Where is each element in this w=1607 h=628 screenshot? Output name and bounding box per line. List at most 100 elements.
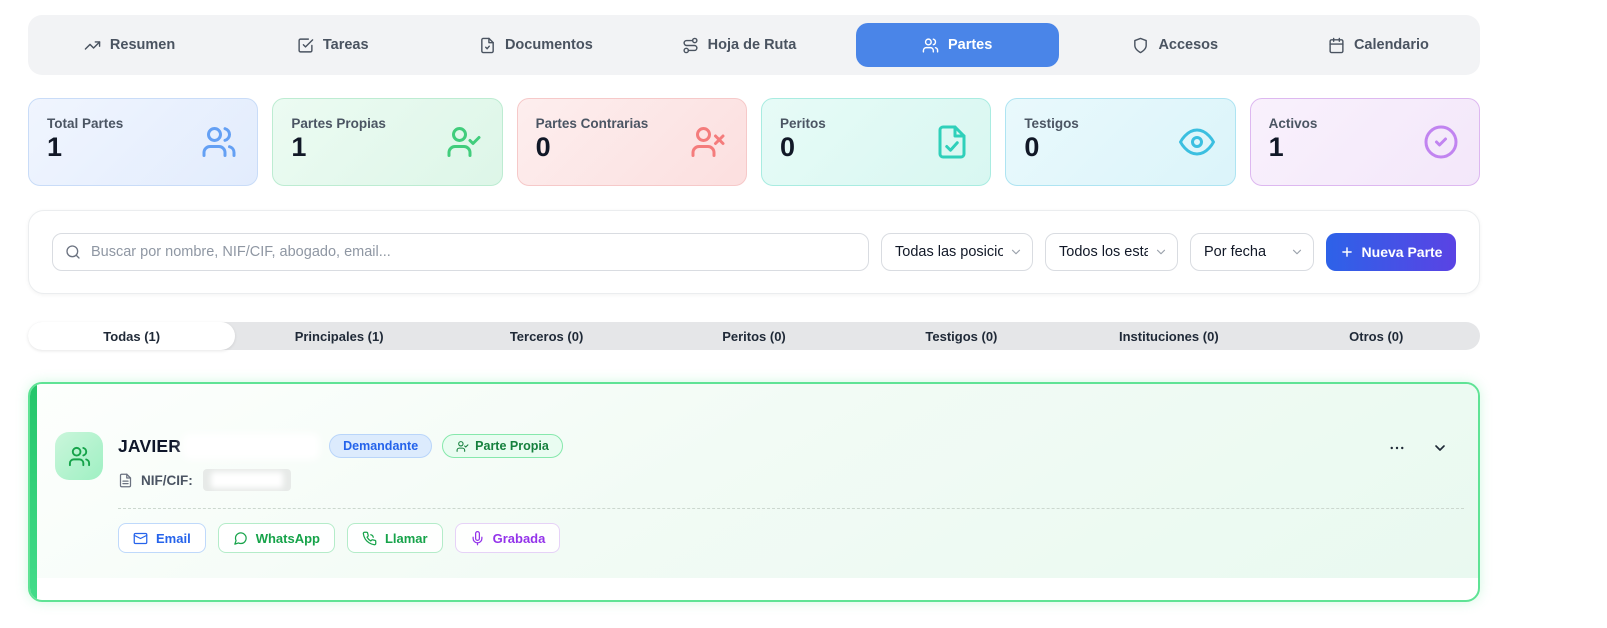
tab-label: Resumen [109, 37, 176, 53]
party-name-row: JAVIER Demandante Parte Propia [118, 434, 1464, 458]
party-card-content: JAVIER Demandante Parte Propia NIF/CIF: [30, 384, 1478, 553]
filter-tab-instituciones[interactable]: Instituciones (0) [1065, 322, 1272, 350]
chevron-down-icon [1154, 245, 1168, 259]
divider [118, 508, 1464, 509]
tab-label: Documentos [504, 37, 593, 53]
filter-tab-label: Todas (1) [103, 328, 161, 344]
select-value: Por fecha [1204, 244, 1267, 260]
tab-accesos[interactable]: Accesos [1074, 15, 1277, 75]
filter-tab-label: Peritos (0) [722, 328, 786, 344]
chevron-down-icon [1009, 245, 1023, 259]
select-value: Todas las posicion [895, 244, 1003, 260]
recorded-button-label: Grabada [492, 530, 546, 546]
filter-tab-label: Testigos (0) [925, 328, 998, 344]
filter-tabs: Todas (1) Principales (1) Terceros (0) P… [28, 322, 1480, 350]
tab-documentos[interactable]: Documentos [434, 15, 637, 75]
chevron-down-icon [1290, 245, 1304, 259]
user-check-icon [446, 124, 482, 160]
party-nif-row: NIF/CIF: [118, 469, 1464, 491]
stat-card-testigos: Testigos 0 [1005, 98, 1236, 186]
party-actions: Email WhatsApp Llamar Grabada [118, 523, 1464, 553]
filter-tab-label: Terceros (0) [509, 328, 584, 344]
toolbar: Todas las posicion Todos los estad Por f… [28, 210, 1480, 294]
stat-card-total-partes: Total Partes 1 [28, 98, 259, 186]
route-icon [682, 37, 699, 54]
call-button-label: Llamar [384, 530, 428, 546]
file-check-icon [934, 124, 970, 160]
tab-partes[interactable]: Partes [855, 23, 1059, 67]
users-icon [922, 37, 939, 54]
type-badge: Parte Propia [442, 434, 563, 458]
expand-chevron-icon[interactable] [1432, 440, 1448, 456]
search-icon [65, 244, 81, 260]
whatsapp-button-label: WhatsApp [255, 530, 320, 546]
user-x-icon [690, 124, 726, 160]
user-check-icon [456, 440, 469, 453]
document-icon [479, 37, 496, 54]
position-badge-label: Demandante [343, 439, 419, 453]
tab-label: Calendario [1353, 37, 1429, 53]
users-icon [68, 445, 91, 468]
message-circle-icon [233, 531, 248, 546]
nif-label: NIF/CIF: [141, 472, 193, 488]
stat-card-partes-propias: Partes Propias 1 [272, 98, 503, 186]
filter-tab-label: Otros (0) [1349, 328, 1404, 344]
new-party-button-label: Nueva Parte [1361, 244, 1443, 260]
party-card: JAVIER Demandante Parte Propia NIF/CIF: [28, 382, 1480, 602]
stat-card-partes-contrarias: Partes Contrarias 0 [516, 98, 747, 186]
tab-label: Partes [947, 37, 993, 53]
phone-icon [362, 531, 377, 546]
status-filter-select[interactable]: Todos los estad [1045, 233, 1178, 271]
check-square-icon [297, 37, 314, 54]
tab-tareas[interactable]: Tareas [231, 15, 434, 75]
more-options-icon[interactable] [1388, 439, 1406, 457]
filter-tab-principales[interactable]: Principales (1) [235, 322, 442, 350]
party-card-controls [1388, 439, 1448, 457]
search-box [52, 233, 869, 271]
mail-icon [133, 531, 148, 546]
filter-tab-testigos[interactable]: Testigos (0) [858, 322, 1065, 350]
avatar [55, 432, 103, 480]
stat-card-peritos: Peritos 0 [760, 98, 992, 186]
party-main: JAVIER Demandante Parte Propia NIF/CIF: [118, 432, 1464, 553]
tab-resumen[interactable]: Resumen [28, 15, 231, 75]
page: Resumen Tareas Documentos Hoja de Ruta P… [28, 15, 1480, 602]
party-name: JAVIER [118, 435, 182, 456]
users-icon [201, 124, 237, 160]
email-button-label: Email [156, 530, 191, 546]
mic-icon [470, 530, 485, 546]
sort-filter-select[interactable]: Por fecha [1190, 233, 1314, 271]
call-button[interactable]: Llamar [346, 523, 443, 553]
filter-tab-peritos[interactable]: Peritos (0) [650, 322, 857, 350]
eye-icon [1178, 124, 1215, 160]
plus-icon [1340, 245, 1354, 259]
select-value: Todos los estad [1059, 244, 1148, 260]
email-button[interactable]: Email [118, 523, 206, 553]
filter-tab-otros[interactable]: Otros (0) [1273, 322, 1480, 350]
calendar-icon [1328, 37, 1345, 54]
position-badge: Demandante [329, 434, 433, 458]
position-filter-select[interactable]: Todas las posicion [881, 233, 1033, 271]
tab-label: Tareas [322, 37, 369, 53]
check-circle-icon [1423, 124, 1459, 160]
type-badge-label: Parte Propia [475, 439, 549, 453]
redacted-nif-value [202, 469, 291, 491]
new-party-button[interactable]: Nueva Parte [1326, 233, 1456, 271]
top-nav: Resumen Tareas Documentos Hoja de Ruta P… [28, 15, 1480, 75]
tab-hoja-de-ruta[interactable]: Hoja de Ruta [637, 15, 840, 75]
filter-tab-label: Instituciones (0) [1118, 328, 1219, 344]
redacted-surname [187, 437, 316, 455]
tab-calendario[interactable]: Calendario [1277, 15, 1480, 75]
search-input[interactable] [52, 233, 869, 271]
tab-label: Hoja de Ruta [707, 37, 797, 53]
filter-tab-terceros[interactable]: Terceros (0) [443, 322, 650, 350]
redaction-blur [210, 472, 283, 488]
recorded-button[interactable]: Grabada [454, 523, 561, 553]
stats-row: Total Partes 1 Partes Propias 1 Partes C… [28, 98, 1480, 186]
file-text-icon [118, 473, 133, 488]
stat-card-activos: Activos 1 [1249, 98, 1480, 186]
whatsapp-button[interactable]: WhatsApp [217, 523, 335, 553]
shield-icon [1132, 37, 1149, 54]
trending-up-icon [84, 37, 101, 54]
filter-tab-todas[interactable]: Todas (1) [28, 322, 236, 350]
